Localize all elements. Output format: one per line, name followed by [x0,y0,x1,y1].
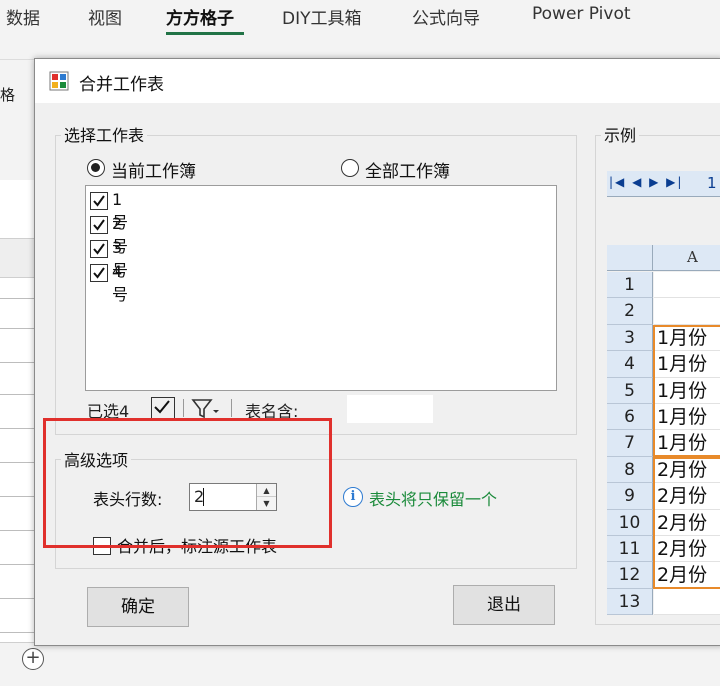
merge-sheets-dialog: 合并工作表 选择工作表 当前工作簿 全部工作簿 1号 2号 3号 4号 已选4 [34,58,720,646]
ok-button[interactable]: 确定 [87,587,189,627]
cell [654,588,720,616]
tab-power-pivot[interactable]: Power Pivot [532,4,631,24]
row-number: 10 [607,509,653,536]
check-icon [93,219,105,231]
check-icon [154,400,170,414]
info-text: 表头将只保留一个 [369,490,498,509]
row-number: 9 [607,483,653,510]
row-number: 12 [607,562,653,589]
app-icon [49,71,69,91]
group-box-second [653,457,720,589]
radio-all-workbooks[interactable] [341,159,359,177]
checkbox-sheet-4[interactable] [90,264,108,282]
worksheet-fragment [0,180,34,650]
checkbox-sheet-1[interactable] [90,192,108,210]
sheet-listbox[interactable]: 1号 2号 3号 4号 [85,185,557,391]
sheet-label: 4号 [112,262,129,304]
name-contains-input[interactable] [347,395,433,423]
check-icon [93,267,105,279]
column-header: A [607,245,720,271]
row-number: 2 [607,298,653,325]
preview-sheet-tab: 1 [707,174,717,192]
select-sheets-legend: 选择工作表 [61,122,148,146]
tab-fangfanggezi[interactable]: 方方格子 [166,4,234,29]
sheet-tab-bar [0,642,720,686]
tab-diy-toolbox[interactable]: DIY工具箱 [282,4,362,29]
row-number: 5 [607,377,653,404]
check-icon [93,243,105,255]
annotation-highlight-box [43,418,332,548]
preview-sheet-nav: |◀ ◀ ▶ ▶| 1 [607,171,720,197]
row-number: 13 [607,588,653,616]
column-header-label: A [687,248,698,266]
row-number: 1 [607,272,653,299]
cell [654,272,720,299]
add-sheet-icon[interactable]: + [22,648,44,670]
row-number: 7 [607,430,653,457]
filter-icon[interactable] [191,398,219,420]
checkbox-sheet-2[interactable] [90,216,108,234]
radio-current-workbook-label[interactable]: 当前工作簿 [111,157,196,182]
tab-formula-wizard[interactable]: 公式向导 [412,4,480,29]
exit-button[interactable]: 退出 [453,585,555,625]
tab-view[interactable]: 视图 [88,4,122,29]
table-row: 13 [607,588,720,616]
radio-all-workbooks-label[interactable]: 全部工作簿 [365,157,450,182]
ribbon-tab-bar: 数据 视图 方方格子 DIY工具箱 公式向导 Power Pivot [0,0,720,38]
dialog-titlebar: 合并工作表 [35,59,720,103]
ribbon-partial-label: 格 [0,86,16,104]
table-row: 2 [607,298,720,325]
radio-current-workbook[interactable] [87,159,105,177]
group-box-first [653,325,720,457]
dialog-title: 合并工作表 [79,75,164,95]
checkbox-sheet-3[interactable] [90,240,108,258]
row-number: 4 [607,351,653,378]
row-number: 3 [607,324,653,352]
active-tab-indicator [166,32,244,35]
table-row: 1 [607,272,720,299]
cell [654,298,720,325]
tab-data[interactable]: 数据 [6,4,40,29]
ribbon-body [0,38,720,60]
info-icon: i [343,487,363,507]
sheet-nav-arrows-icon: |◀ ◀ ▶ ▶| [609,175,684,189]
row-number: 6 [607,404,653,431]
worksheet-header-fragment [0,238,34,278]
check-icon [93,195,105,207]
example-legend: 示例 [601,122,640,146]
row-number: 11 [607,536,653,563]
ribbon-left-fragment: 格 [0,60,34,180]
row-number: 8 [607,456,653,484]
select-all-button[interactable] [151,397,175,419]
